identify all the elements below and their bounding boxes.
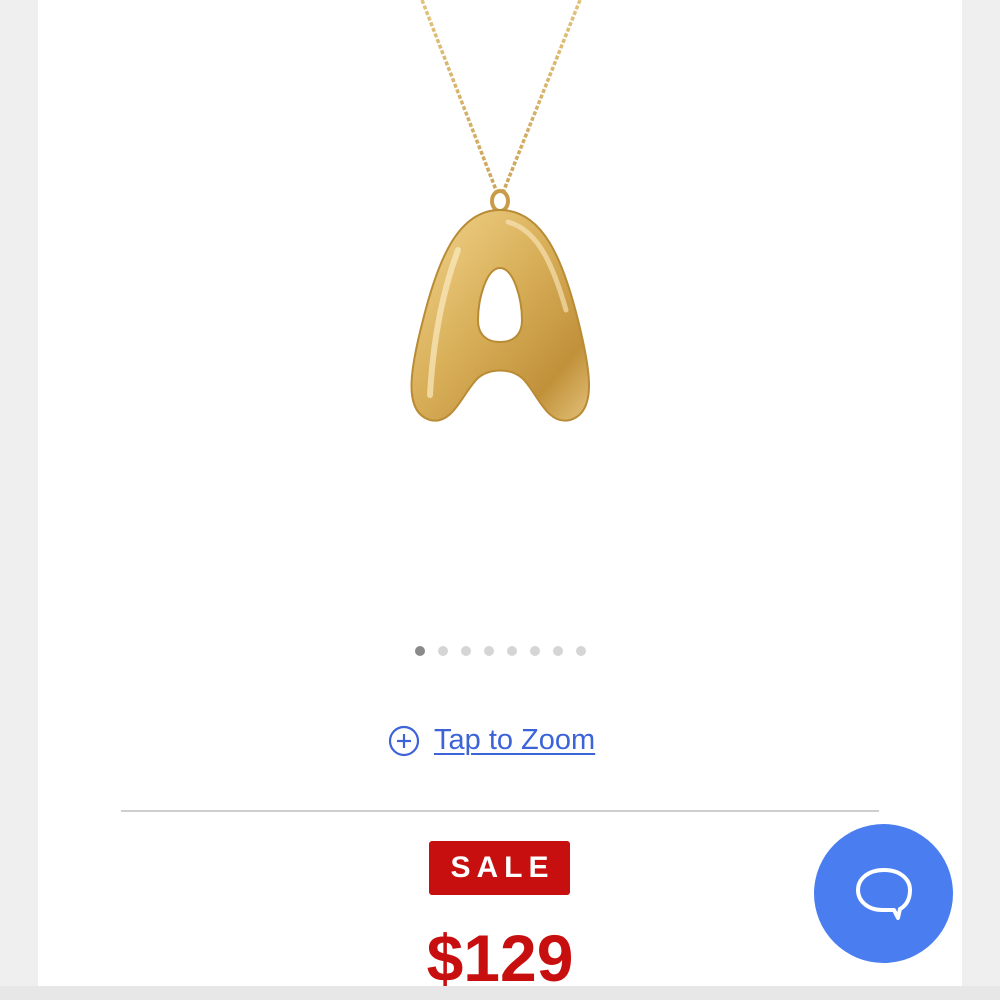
product-image[interactable] (38, 0, 962, 620)
bottom-strip (0, 986, 1000, 1000)
carousel-dot[interactable] (414, 646, 425, 656)
chat-bubble-icon (855, 867, 912, 920)
sale-badge: SALE (429, 841, 570, 895)
carousel-dot[interactable] (529, 646, 540, 656)
plus-circle-icon (388, 725, 420, 756)
divider (121, 810, 879, 812)
pendant-necklace-image (410, 0, 590, 422)
chat-button[interactable] (814, 824, 953, 963)
carousel-dot[interactable] (483, 646, 494, 656)
carousel-dot[interactable] (506, 646, 517, 656)
tap-to-zoom-label[interactable]: Tap to Zoom (434, 724, 595, 757)
product-page: Tap to Zoom SALE $129 (38, 0, 962, 986)
carousel-dot[interactable] (460, 646, 471, 656)
carousel-dot[interactable] (437, 646, 448, 656)
tap-to-zoom-link[interactable]: Tap to Zoom (388, 724, 595, 757)
carousel-dot[interactable] (575, 646, 586, 656)
carousel-dots (38, 646, 962, 656)
carousel-dot[interactable] (552, 646, 563, 656)
